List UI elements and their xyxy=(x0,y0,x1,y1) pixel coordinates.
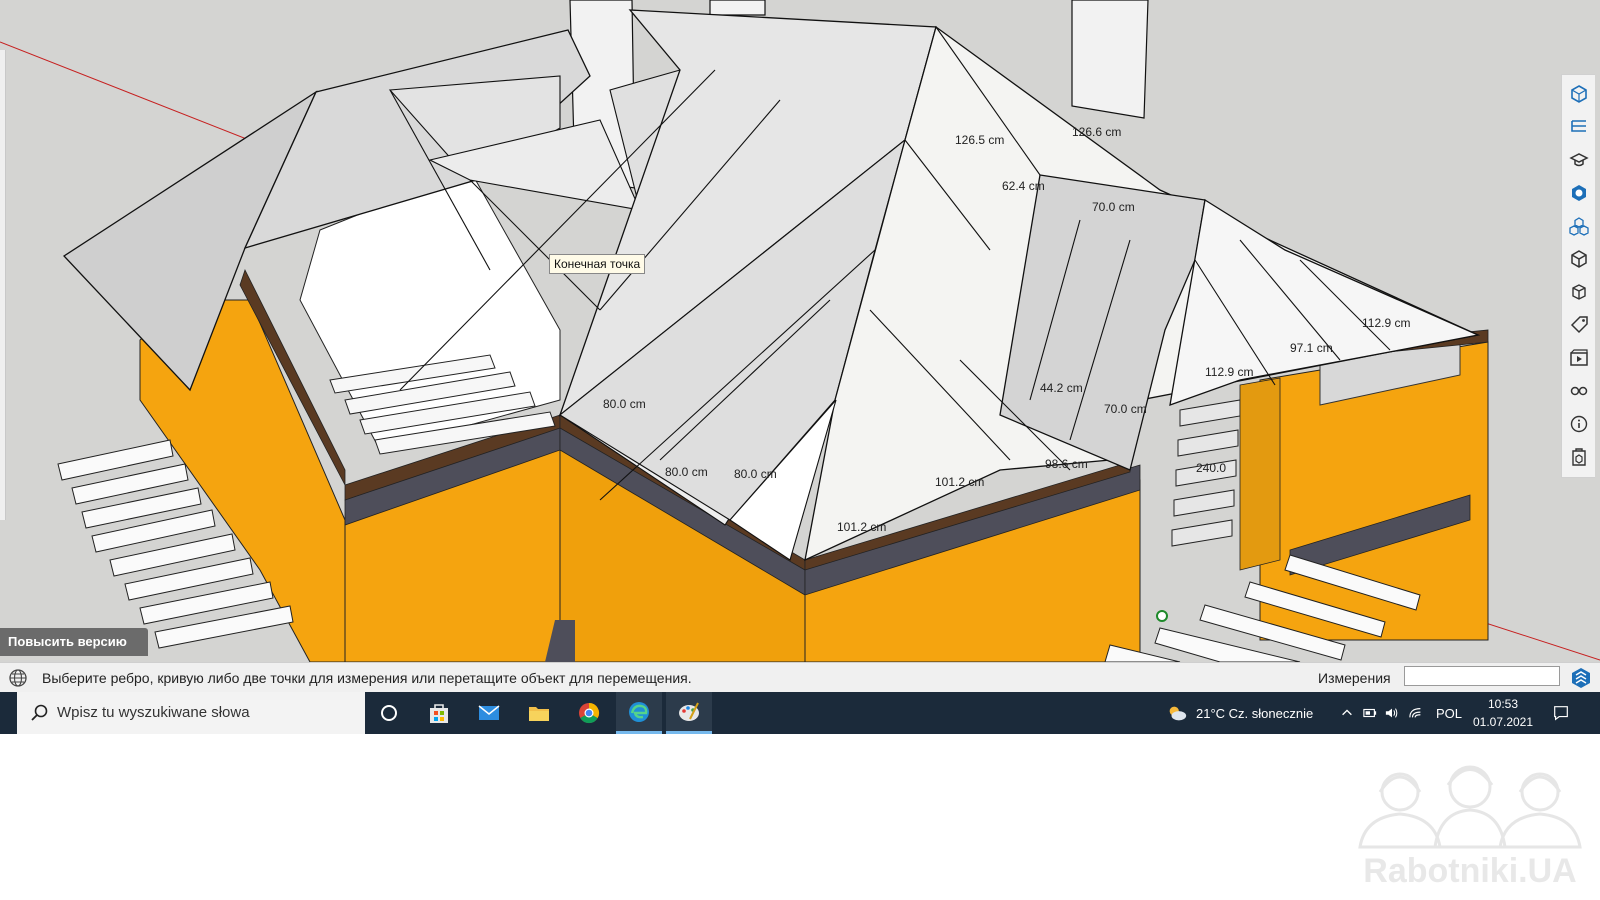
watermark-text: Rabotniki.UA xyxy=(1363,852,1576,890)
3d-viewport[interactable]: 126.5 cm 126.6 cm 62.4 cm 70.0 cm 112.9 … xyxy=(0,0,1600,662)
scenes-icon[interactable] xyxy=(1566,345,1592,370)
chrome-icon[interactable] xyxy=(566,692,612,734)
edge-icon[interactable] xyxy=(616,692,662,734)
tags-icon[interactable] xyxy=(1566,312,1592,337)
dimension-label: 126.6 cm xyxy=(1072,125,1121,139)
dimension-label: 70.0 cm xyxy=(1104,402,1147,416)
upgrade-button[interactable]: Повысить версию xyxy=(0,628,148,656)
geo-location-icon[interactable] xyxy=(8,668,28,688)
styles-icon[interactable] xyxy=(1566,246,1592,271)
dimension-label: 240.0 xyxy=(1196,461,1226,475)
status-bar: Выберите ребро, кривую либо две точки дл… xyxy=(0,662,1600,692)
dimension-label: 98.6 cm xyxy=(1045,457,1088,471)
notification-center-icon[interactable] xyxy=(1552,692,1570,734)
system-clock[interactable]: 10:53 01.07.2021 xyxy=(1468,695,1538,731)
warehouse-icon[interactable] xyxy=(1566,444,1592,469)
dimension-label: 62.4 cm xyxy=(1002,179,1045,193)
search-icon xyxy=(31,704,48,721)
file-explorer-icon[interactable] xyxy=(516,692,562,734)
windows-taskbar: Wpisz tu wyszukiwane słowa 21°C Cz. słon… xyxy=(0,692,1600,734)
default-tray-toolbar xyxy=(1561,74,1595,478)
sketchup-window: 126.5 cm 126.6 cm 62.4 cm 70.0 cm 112.9 … xyxy=(0,0,1600,734)
layers-icon[interactable] xyxy=(1566,279,1592,304)
dimension-label: 80.0 cm xyxy=(734,467,777,481)
mail-icon[interactable] xyxy=(466,692,512,734)
endpoint-tooltip: Конечная точка xyxy=(549,254,646,274)
search-placeholder: Wpisz tu wyszukiwane słowa xyxy=(57,704,250,721)
store-icon[interactable] xyxy=(416,692,462,734)
weather-text: 21°C Cz. słonecznie xyxy=(1196,705,1314,721)
info-icon[interactable] xyxy=(1566,411,1592,436)
dimension-label: 126.5 cm xyxy=(955,133,1004,147)
weather-widget[interactable]: 21°C Cz. słonecznie xyxy=(1166,692,1313,734)
outliner-icon[interactable] xyxy=(1566,114,1592,139)
clock-time: 10:53 xyxy=(1487,697,1519,711)
dimension-label: 80.0 cm xyxy=(665,465,708,479)
dimension-label: 112.9 cm xyxy=(1205,365,1253,379)
dimension-label: 112.9 cm xyxy=(1362,316,1410,330)
entity-info-icon[interactable] xyxy=(1566,81,1592,106)
materials-icon[interactable] xyxy=(1566,180,1592,205)
dimension-label: 101.2 cm xyxy=(837,520,886,534)
volume-icon[interactable] xyxy=(1384,692,1400,734)
cortana-icon[interactable] xyxy=(366,692,412,734)
dimension-label: 70.0 cm xyxy=(1092,200,1135,214)
sketchup-logo-icon[interactable] xyxy=(1570,667,1592,689)
battery-icon[interactable] xyxy=(1362,692,1378,734)
shadows-icon[interactable] xyxy=(1566,378,1592,403)
weather-sun-cloud-icon xyxy=(1169,706,1187,721)
clock-date: 01.07.2021 xyxy=(1472,715,1534,729)
measurements-label: Измерения xyxy=(1318,670,1391,686)
paint-icon[interactable] xyxy=(666,692,712,734)
tray-chevron-icon[interactable] xyxy=(1340,692,1354,734)
dimension-label: 97.1 cm xyxy=(1290,341,1333,355)
dimension-label: 44.2 cm xyxy=(1040,381,1083,395)
status-message: Выберите ребро, кривую либо две точки дл… xyxy=(42,670,692,686)
left-panel-edge[interactable] xyxy=(0,50,6,520)
instructor-icon[interactable] xyxy=(1566,147,1592,172)
rabotniki-watermark-logo: Rabotniki.UA xyxy=(1358,765,1582,890)
measurements-input[interactable] xyxy=(1404,666,1560,686)
house-model: 126.5 cm 126.6 cm 62.4 cm 70.0 cm 112.9 … xyxy=(0,0,1600,662)
taskbar-search[interactable]: Wpisz tu wyszukiwane słowa xyxy=(17,692,365,734)
dimension-label: 101.2 cm xyxy=(935,475,984,489)
components-icon[interactable] xyxy=(1566,213,1592,238)
dimension-label: 80.0 cm xyxy=(603,397,646,411)
wifi-icon[interactable] xyxy=(1408,692,1424,734)
language-indicator[interactable]: POL xyxy=(1436,692,1462,734)
